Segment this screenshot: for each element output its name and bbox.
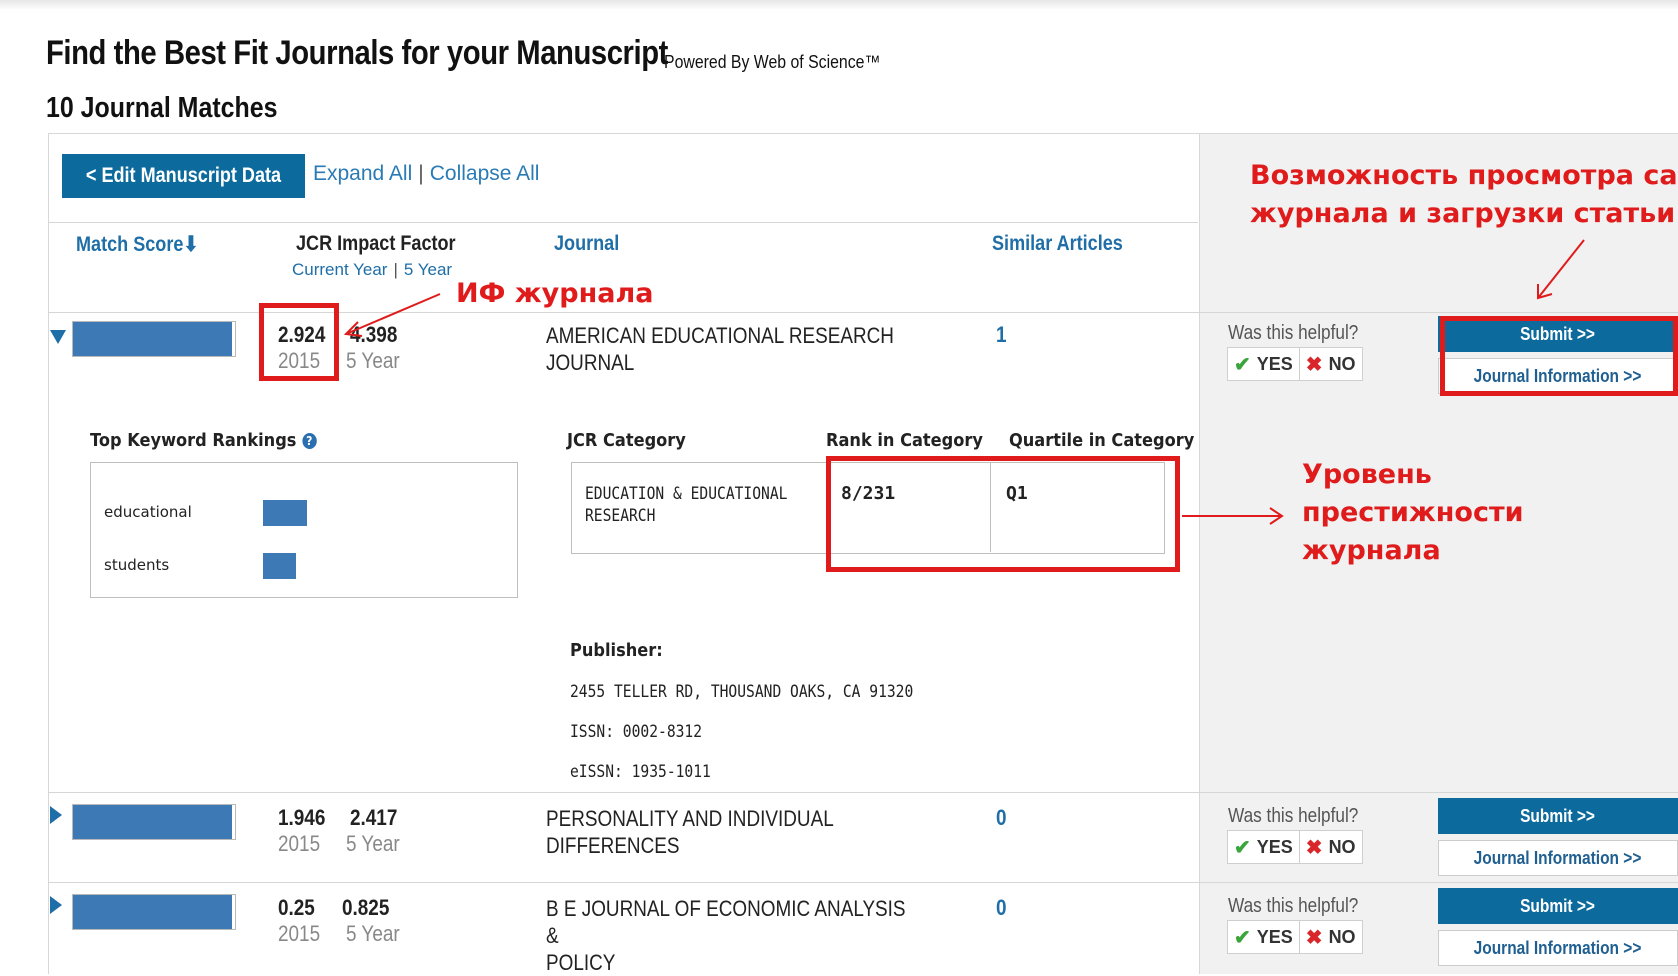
arrow-line (1537, 239, 1585, 299)
arrow-line (345, 293, 441, 335)
annotation-arrows (343, 239, 1585, 525)
